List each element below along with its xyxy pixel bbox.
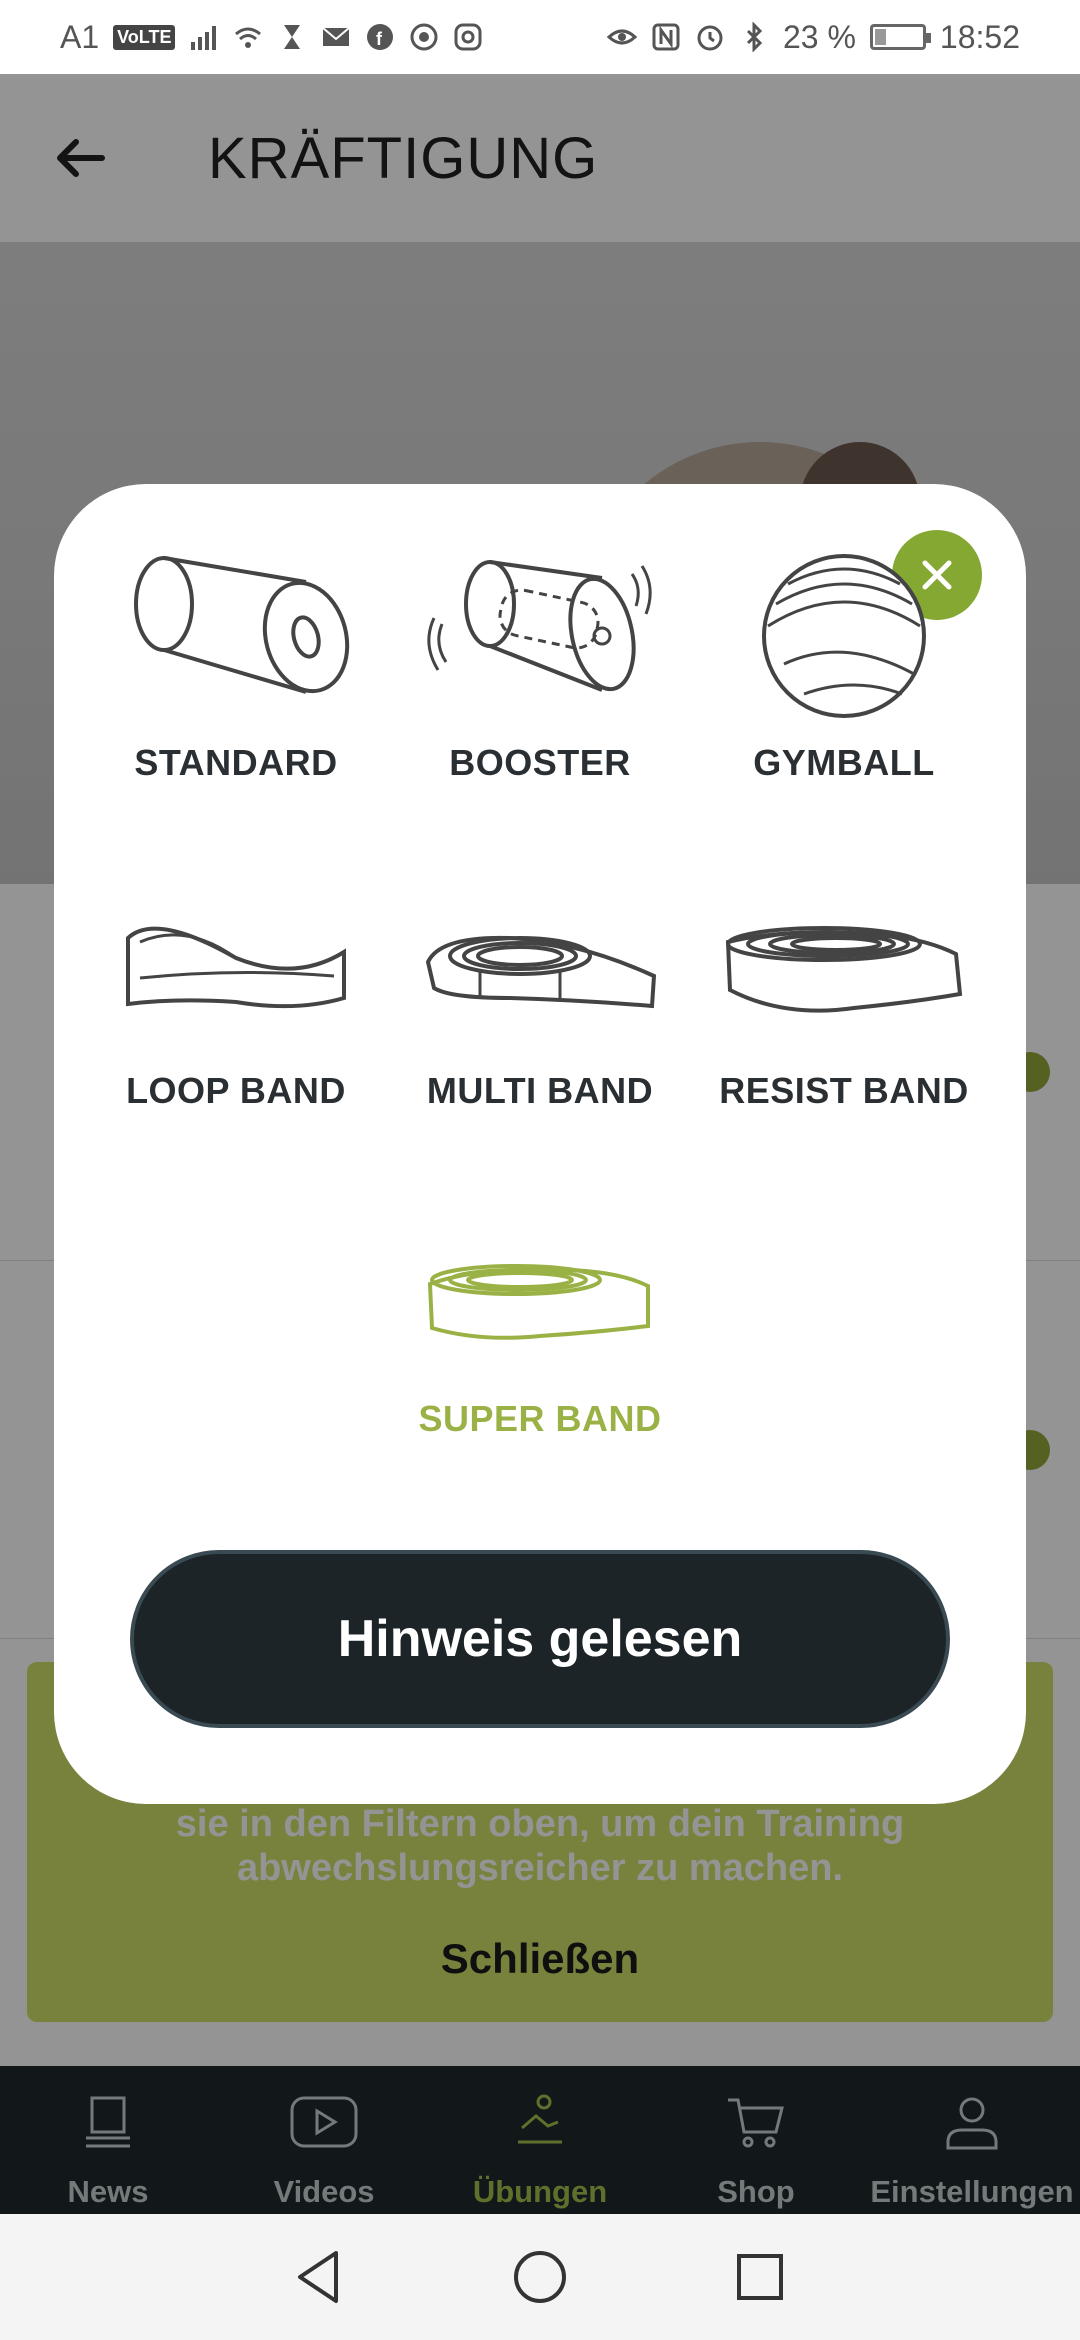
volte-badge: VoLTE: [113, 24, 176, 50]
equipment-label: MULTI BAND: [426, 1070, 654, 1111]
equipment-label: GYMBALL: [753, 742, 935, 783]
instagram-icon: [454, 23, 482, 51]
foam-roller-icon: [134, 556, 350, 694]
equipment-item-multi-band: MULTI BAND: [388, 872, 692, 1112]
equipment-label: STANDARD: [134, 742, 338, 783]
hourglass-icon: [284, 25, 301, 49]
hinweis-gelesen-button[interactable]: Hinweis gelesen: [130, 1550, 950, 1728]
equipment-label: BOOSTER: [449, 742, 631, 783]
whatsapp-icon: [410, 23, 438, 51]
equipment-item-loop-band: LOOP BAND: [84, 872, 388, 1112]
carrier-label: A1: [60, 18, 100, 55]
battery-icon: [869, 24, 931, 50]
system-navigation: [0, 2214, 1080, 2340]
svg-text:f: f: [376, 29, 383, 49]
eye-icon: [606, 29, 637, 45]
bluetooth-icon: [746, 22, 763, 52]
vibrating-roller-icon: [427, 560, 652, 692]
equipment-item-booster: BOOSTER: [388, 544, 692, 784]
multi-band-icon: [425, 935, 657, 1009]
mail-icon: [322, 27, 351, 46]
equipment-label: SUPER BAND: [418, 1398, 662, 1439]
resist-band-icon: [725, 926, 963, 1013]
signal-icon: [191, 26, 217, 50]
equipment-label: LOOP BAND: [126, 1070, 346, 1111]
equipment-item-super-band: SUPER BAND: [388, 1200, 692, 1440]
battery-percent: 23 %: [782, 18, 856, 55]
clock: 18:52: [939, 18, 1020, 55]
equipment-item-standard: STANDARD: [84, 544, 388, 784]
status-bar: A1 VoLTE f 23 % 18:52: [0, 0, 1080, 74]
loop-band-icon: [126, 926, 346, 1009]
super-band-icon: [427, 1264, 650, 1340]
equipment-item-resist-band: RESIST BAND: [692, 872, 996, 1112]
home-circle-icon[interactable]: [510, 2247, 570, 2307]
back-triangle-icon[interactable]: [290, 2247, 350, 2307]
equipment-item-gymball: GYMBALL: [692, 544, 996, 784]
wifi-icon: [235, 27, 262, 48]
equipment-info-dialog: STANDARD BOOSTER GYMBALL LOOP BAND MULTI…: [54, 484, 1026, 1804]
gymball-icon: [762, 554, 926, 718]
equipment-label: RESIST BAND: [719, 1070, 969, 1111]
nfc-icon: [652, 23, 680, 51]
alarm-icon: [697, 25, 723, 51]
recents-square-icon[interactable]: [730, 2247, 790, 2307]
facebook-icon: f: [367, 24, 394, 50]
